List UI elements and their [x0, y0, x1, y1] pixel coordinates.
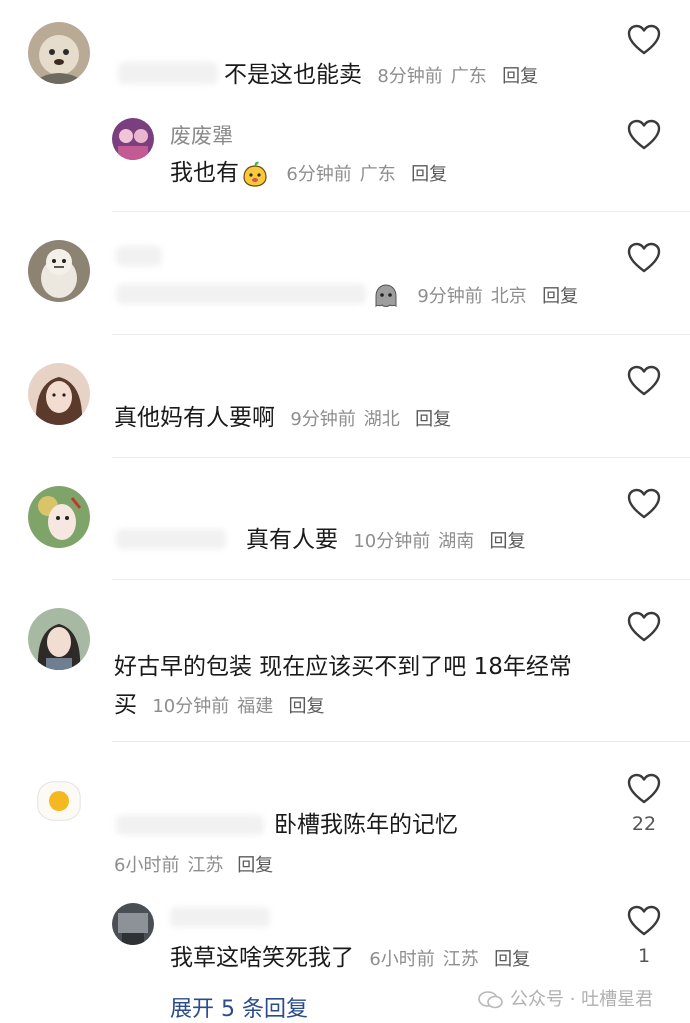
reply-button[interactable]: 回复: [411, 164, 447, 185]
redacted-username: [118, 62, 218, 84]
comment-location: 广东: [450, 66, 487, 87]
comment-time: 6分钟前: [286, 164, 352, 185]
expand-replies-button[interactable]: 展开 5 条回复: [170, 991, 308, 1023]
comment-text-6: 卧槽我陈年的记忆: [274, 810, 458, 840]
comment-time: 9分钟前: [290, 409, 356, 430]
like-heart-icon[interactable]: [627, 773, 661, 805]
comment-text-5: 好古早的包装 现在应该买不到了吧 18年经常买 10分钟前 福建 回复: [114, 648, 594, 726]
like-count: 22: [631, 813, 657, 835]
avatar[interactable]: [28, 486, 90, 548]
redacted-username: [116, 815, 264, 835]
avatar[interactable]: [112, 903, 154, 945]
like-heart-icon[interactable]: [627, 365, 661, 397]
comment-time: 10分钟前: [353, 531, 431, 552]
redacted-text: [116, 284, 366, 304]
redacted-username: [116, 246, 162, 266]
avatar[interactable]: [28, 240, 90, 302]
comment-location: 湖北: [363, 409, 400, 430]
comment-text-0: 不是这也能卖 8分钟前 广东 回复: [224, 60, 538, 92]
like-heart-icon[interactable]: [627, 242, 661, 274]
ghost-emoji-icon: [372, 282, 400, 310]
comment-location: 湖南: [438, 531, 475, 552]
like-count: 1: [637, 945, 651, 967]
comment-time: 6小时前: [114, 855, 180, 876]
comment-body: 我也有: [170, 160, 239, 186]
comment-text-3: 真他妈有人要啊 9分钟前 湖北 回复: [114, 403, 451, 435]
comment-meta-6: 6小时前 江苏 回复: [114, 851, 273, 881]
like-heart-icon[interactable]: [627, 488, 661, 520]
avatar[interactable]: [28, 363, 90, 425]
avatar[interactable]: [28, 22, 90, 84]
reply-button[interactable]: 回复: [289, 696, 325, 717]
reply-button[interactable]: 回复: [542, 286, 578, 307]
redacted-username: [170, 907, 270, 927]
comment-text-2: 9分钟前 北京 回复: [370, 280, 578, 312]
comment-location: 北京: [490, 286, 527, 307]
avatar[interactable]: [28, 608, 90, 670]
comment-location: 江苏: [442, 949, 479, 970]
like-heart-icon[interactable]: [627, 24, 661, 56]
comment-time: 6小时前: [369, 949, 435, 970]
comment-body: 卧槽我陈年的记忆: [274, 812, 458, 838]
divider: [112, 334, 690, 335]
comment-text-4: 真有人要 10分钟前 湖南 回复: [246, 525, 526, 557]
avatar[interactable]: [28, 770, 90, 832]
divider: [112, 211, 690, 212]
divider: [112, 579, 690, 580]
comment-body: 真他妈有人要啊: [114, 405, 275, 431]
reply-button[interactable]: 回复: [502, 66, 538, 87]
comment-location: 福建: [237, 696, 274, 717]
watermark-text: 公众号 · 吐槽星君: [510, 989, 654, 1010]
comment-time: 9分钟前: [417, 286, 483, 307]
like-heart-icon[interactable]: [627, 905, 661, 937]
reply-button[interactable]: 回复: [237, 855, 273, 876]
comment-time: 8分钟前: [377, 66, 443, 87]
comment-text-1: 我也有 6分钟前 广东 回复: [170, 158, 447, 190]
divider: [112, 457, 690, 458]
watermark: 公众号 · 吐槽星君: [478, 985, 653, 1011]
redacted-username: [116, 529, 226, 549]
comment-location: 江苏: [187, 855, 224, 876]
mango-emoji-icon: [241, 160, 269, 188]
comment-text-7: 我草这啥笑死我了 6小时前 江苏 回复: [170, 943, 530, 975]
like-heart-icon[interactable]: [627, 611, 661, 643]
reply-button[interactable]: 回复: [490, 531, 526, 552]
comment-location: 广东: [359, 164, 396, 185]
reply-button[interactable]: 回复: [415, 409, 451, 430]
wechat-logo-icon: [478, 990, 504, 1010]
divider: [112, 741, 690, 742]
avatar[interactable]: [112, 118, 154, 160]
comment-time: 10分钟前: [152, 696, 230, 717]
comment-body: 真有人要: [246, 527, 338, 553]
comment-body: 不是这也能卖: [224, 62, 362, 88]
reply-button[interactable]: 回复: [494, 949, 530, 970]
comment-body: 我草这啥笑死我了: [170, 945, 354, 971]
comment-username[interactable]: 废废犟: [170, 120, 233, 150]
like-heart-icon[interactable]: [627, 119, 661, 151]
